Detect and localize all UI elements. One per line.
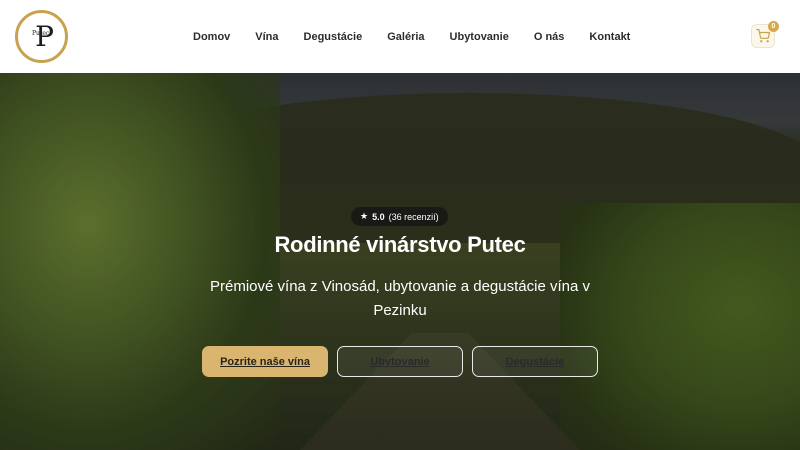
logo-small-text: Putec bbox=[32, 30, 50, 37]
hero-overlay bbox=[0, 73, 800, 450]
accommodation-button[interactable]: Ubytovanie bbox=[337, 346, 463, 377]
nav-item-domov[interactable]: Domov bbox=[193, 31, 230, 43]
hero-section: ★ 5.0 (36 recenzií) Rodinné vinárstvo Pu… bbox=[0, 73, 800, 450]
cart-count-badge: 0 bbox=[768, 21, 779, 32]
rating-score: 5.0 bbox=[372, 211, 385, 222]
nav-item-vina[interactable]: Vína bbox=[255, 31, 278, 43]
main-nav: Domov Vína Degustácie Galéria Ubytovanie… bbox=[193, 0, 655, 73]
hero-subtitle: Prémiové vína z Vinosád, ubytovanie a de… bbox=[210, 278, 590, 319]
nav-item-galeria[interactable]: Galéria bbox=[387, 31, 424, 43]
nav-item-ubytovanie[interactable]: Ubytovanie bbox=[450, 31, 509, 43]
tastings-button[interactable]: Degustácie bbox=[472, 346, 598, 377]
nav-item-degustacie[interactable]: Degustácie bbox=[304, 31, 363, 43]
star-icon: ★ bbox=[360, 211, 369, 221]
hero-title: Rodinné vinárstvo Putec bbox=[274, 232, 526, 257]
nav-item-o-nas[interactable]: O nás bbox=[534, 31, 565, 43]
view-wines-button[interactable]: Pozrite naše vína bbox=[202, 346, 328, 377]
rating-badge: ★ 5.0 (36 recenzií) bbox=[351, 207, 448, 226]
rating-reviews: (36 recenzií) bbox=[388, 211, 439, 222]
cart-icon bbox=[756, 29, 770, 43]
logo[interactable]: Putec P bbox=[15, 10, 68, 63]
cart-button[interactable]: 0 bbox=[751, 21, 779, 48]
nav-item-kontakt[interactable]: Kontakt bbox=[589, 31, 630, 43]
site-header: Putec P Domov Vína Degustácie Galéria Ub… bbox=[0, 0, 800, 73]
